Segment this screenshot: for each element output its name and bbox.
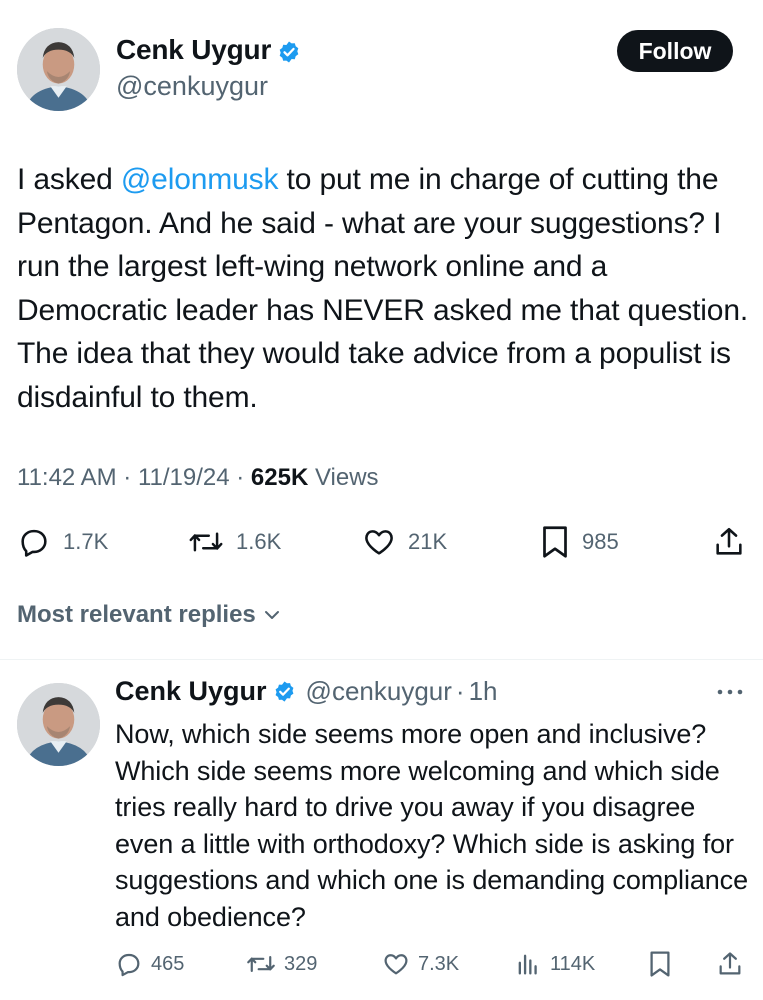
views-count: 625K (250, 464, 309, 491)
section-divider (0, 659, 763, 660)
bookmark-icon (543, 526, 567, 558)
author-handle[interactable]: @cenkuygur (116, 71, 268, 102)
mention-link[interactable]: @elonmusk (121, 163, 279, 196)
reply-separator: · (455, 676, 465, 706)
repost-icon (189, 532, 223, 552)
reply-action-bar: 465 329 7.3K 114K (0, 946, 763, 982)
reply-views-count: 114K (550, 952, 596, 975)
bookmark-button[interactable]: 985 (540, 520, 619, 564)
reply-age[interactable]: 1h (469, 676, 498, 707)
tweet-date[interactable]: 11/19/24 (138, 464, 230, 491)
views-label: Views (314, 464, 379, 491)
tweet-text-rest: to put me in charge of cutting the Penta… (17, 163, 749, 414)
reply-share-button[interactable] (716, 946, 744, 982)
reply-author-handle[interactable]: @cenkuygur (306, 676, 452, 707)
tweet-action-bar: 1.7K 1.6K 21K 985 (0, 520, 763, 564)
tweet-text: I asked @elonmusk to put me in charge of… (17, 158, 752, 419)
replies-sort-dropdown[interactable]: Most relevant replies (17, 601, 282, 629)
avatar-portrait-icon (17, 683, 100, 766)
reply-repost-count: 329 (284, 952, 318, 975)
like-button[interactable]: 21K (362, 520, 447, 564)
reply-header: Cenk Uygur @cenkuygur · 1h (115, 676, 498, 707)
repost-button[interactable]: 1.6K (188, 520, 281, 564)
heart-icon (384, 954, 408, 975)
reply-views-button[interactable]: 114K (514, 946, 595, 982)
reply-bookmark-button[interactable] (648, 946, 672, 982)
share-button[interactable] (712, 520, 746, 564)
reply-like-count: 7.3K (418, 952, 460, 975)
reply-author-avatar[interactable] (17, 683, 100, 766)
reply-author-name[interactable]: Cenk Uygur (115, 676, 267, 707)
tweet-text-start: I asked (17, 163, 121, 196)
tweet-time[interactable]: 11:42 AM (17, 464, 117, 491)
more-options-icon[interactable] (716, 684, 744, 702)
author-name[interactable]: Cenk Uygur (116, 34, 301, 66)
views-chart-icon (518, 954, 537, 975)
repost-icon (247, 955, 275, 973)
reply-like-button[interactable]: 7.3K (382, 946, 459, 982)
follow-button[interactable]: Follow (617, 30, 733, 72)
author-avatar[interactable] (17, 28, 100, 111)
reply-icon (118, 953, 140, 977)
like-count: 21K (408, 529, 448, 554)
bookmark-count: 985 (582, 529, 619, 554)
heart-icon (365, 530, 393, 555)
replies-sort-label: Most relevant replies (17, 601, 256, 628)
reply-text: Now, which side seems more open and incl… (115, 719, 749, 932)
reply-reply-button[interactable]: 465 (115, 946, 184, 982)
bookmark-icon (650, 951, 670, 977)
verified-badge-icon (275, 681, 293, 702)
reply-icon (21, 529, 47, 557)
tweet-meta: 11:42 AM · 11/19/24 · 625K Views (17, 464, 379, 491)
avatar-portrait-icon (17, 28, 100, 111)
share-icon (716, 527, 742, 555)
reply-reply-count: 465 (151, 952, 185, 975)
reply-button[interactable]: 1.7K (17, 520, 108, 564)
verified-badge-icon (279, 41, 299, 63)
share-icon (719, 952, 741, 975)
reply-repost-button[interactable]: 329 (246, 946, 317, 982)
repost-count: 1.6K (236, 529, 282, 554)
reply-count: 1.7K (63, 529, 109, 554)
chevron-down-icon (264, 611, 279, 619)
author-name-text[interactable]: Cenk Uygur (116, 34, 271, 65)
